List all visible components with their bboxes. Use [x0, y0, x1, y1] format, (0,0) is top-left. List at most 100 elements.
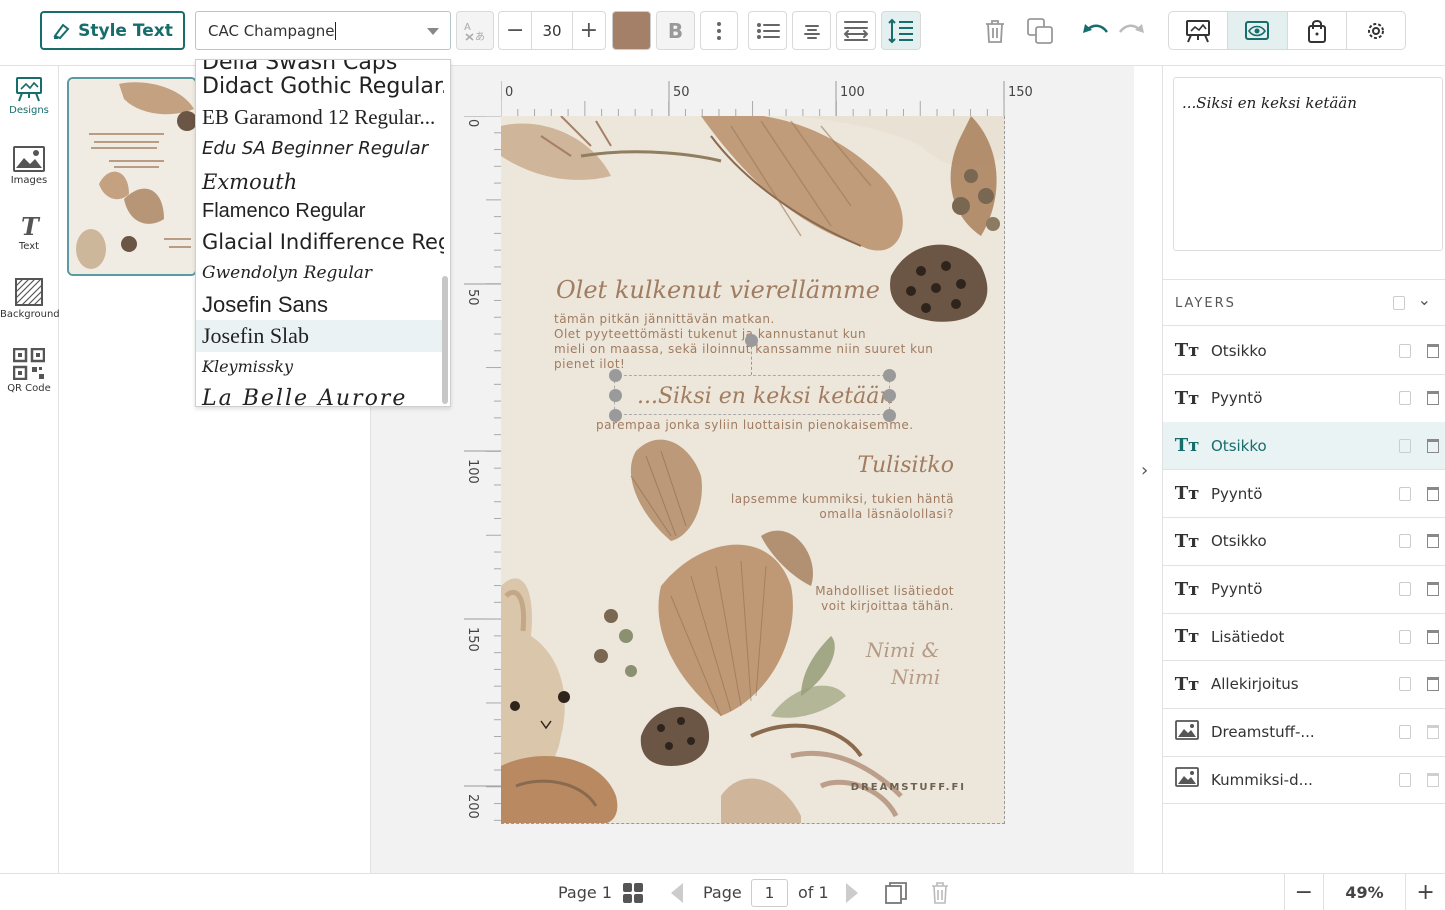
font-size-decrease-button[interactable]: − — [499, 12, 531, 49]
card-heading-1[interactable]: Olet kulkenut vierellämme — [556, 276, 880, 304]
card-body-line[interactable]: tämän pitkän jännittävän matkan. — [554, 312, 775, 326]
trash-icon[interactable] — [1427, 486, 1439, 501]
undo-button[interactable] — [1077, 11, 1113, 50]
delete-page-button[interactable] — [931, 874, 949, 910]
rotate-handle[interactable] — [745, 334, 758, 347]
layer-row[interactable]: Tт Pyyntö — [1163, 566, 1445, 614]
trash-icon[interactable] — [1427, 629, 1439, 644]
trash-icon[interactable] — [1427, 725, 1439, 740]
list-button[interactable] — [748, 11, 787, 50]
text-color-swatch[interactable] — [612, 11, 651, 50]
layer-row[interactable]: Tт Otsikko — [1163, 327, 1445, 375]
lock-icon[interactable] — [1399, 438, 1411, 453]
duplicate-button[interactable] — [1022, 11, 1058, 50]
font-option[interactable]: Josefin Sans — [196, 289, 444, 321]
lock-icon[interactable] — [1399, 534, 1411, 549]
resize-handle[interactable] — [883, 389, 896, 402]
chevron-right-icon[interactable]: › — [1141, 460, 1148, 481]
nav-text[interactable]: T Text — [0, 214, 58, 252]
redo-button[interactable] — [1114, 11, 1150, 50]
designs-view-button[interactable] — [1169, 12, 1229, 49]
settings-button[interactable] — [1347, 12, 1405, 49]
card-signature-line[interactable]: Nimi — [891, 665, 940, 689]
font-option[interactable]: La Belle Aurore — [196, 382, 444, 407]
layer-row[interactable]: Kummiksi-d... — [1163, 756, 1445, 805]
font-option[interactable]: Exmouth — [196, 166, 444, 198]
prev-page-button[interactable] — [670, 874, 684, 910]
preview-view-button[interactable] — [1228, 12, 1288, 49]
font-option[interactable]: Edu SA Beginner Regular — [196, 132, 444, 164]
delete-element-button[interactable] — [978, 11, 1012, 50]
font-size-increase-button[interactable]: + — [573, 12, 605, 49]
align-center-button[interactable] — [792, 11, 831, 50]
layer-row[interactable]: Dreamstuff-... — [1163, 709, 1445, 757]
nav-qr-code[interactable]: QR Code — [0, 348, 58, 394]
font-list-scrollbar[interactable] — [442, 276, 448, 404]
lock-all-icon[interactable] — [1393, 296, 1405, 310]
trash-icon[interactable] — [1427, 677, 1439, 692]
lock-icon[interactable] — [1399, 391, 1411, 406]
font-option[interactable]: Flamenco Regular — [196, 195, 444, 227]
card-info-line[interactable]: voit kirjoittaa tähän. — [821, 599, 954, 613]
resize-handle[interactable] — [883, 369, 896, 382]
text-preview-box[interactable]: ...Siksi en keksi ketään — [1173, 77, 1443, 251]
font-option-highlighted[interactable]: Josefin Slab — [196, 320, 444, 352]
trash-icon[interactable] — [1427, 343, 1439, 358]
grid-view-button[interactable] — [622, 874, 644, 910]
resize-handle[interactable] — [609, 369, 622, 382]
translate-button[interactable]: Aあ — [456, 11, 494, 50]
font-size-input[interactable]: 30 — [531, 12, 573, 49]
trash-icon[interactable] — [1427, 391, 1439, 406]
card-info-line[interactable]: Mahdolliset lisätiedot — [815, 584, 954, 598]
font-option[interactable]: EB Garamond 12 Regular... — [196, 101, 444, 133]
layer-row[interactable]: Tт Otsikko — [1163, 422, 1445, 471]
duplicate-page-button[interactable] — [885, 874, 907, 910]
nav-background[interactable]: Background — [0, 278, 60, 320]
card-brand[interactable]: DREAMSTUFF.FI — [851, 782, 966, 793]
trash-icon[interactable] — [1427, 772, 1439, 787]
nav-designs[interactable]: Designs — [0, 76, 58, 116]
nav-images[interactable]: Images — [0, 146, 58, 186]
layer-row[interactable]: Tт Allekirjoitus — [1163, 661, 1445, 709]
layer-row[interactable]: Tт Pyyntö — [1163, 470, 1445, 519]
bold-button[interactable]: B — [656, 11, 695, 50]
lock-icon[interactable] — [1399, 343, 1411, 358]
card-body-line[interactable]: Olet pyyteettömästi tukenut ja kannustan… — [554, 327, 866, 341]
design-page[interactable]: Olet kulkenut vierellämme tämän pitkän j… — [501, 116, 1005, 824]
font-option[interactable]: Kleymissky — [196, 350, 444, 382]
lock-icon[interactable] — [1399, 772, 1411, 787]
trash-icon[interactable] — [1427, 438, 1439, 453]
card-heading-3[interactable]: Tulisitko — [857, 453, 954, 478]
card-body-line[interactable]: omalla läsnäolollasi? — [819, 507, 954, 521]
trash-icon[interactable] — [1427, 582, 1439, 596]
lock-icon[interactable] — [1399, 629, 1411, 644]
more-options-button[interactable] — [700, 11, 738, 50]
chevron-down-icon[interactable]: ⌄ — [1418, 290, 1433, 309]
layer-row[interactable]: Tт Lisätiedot — [1163, 613, 1445, 662]
zoom-out-button[interactable]: − — [1285, 874, 1323, 910]
lock-icon[interactable] — [1399, 677, 1411, 692]
layer-row[interactable]: Tт Pyyntö — [1163, 375, 1445, 423]
font-option[interactable]: Gwendolyn Regular — [196, 257, 444, 289]
font-option[interactable]: Glacial Indifference Reg — [196, 226, 444, 258]
zoom-in-button[interactable]: + — [1406, 874, 1445, 910]
style-text-button[interactable]: Style Text — [40, 11, 185, 50]
line-height-button[interactable] — [881, 11, 921, 50]
next-page-button[interactable] — [845, 874, 859, 910]
cart-button[interactable] — [1288, 12, 1347, 49]
card-body-line[interactable]: lapsemme kummiksi, tukien häntä — [731, 492, 954, 506]
page-number-input[interactable]: 1 — [751, 879, 788, 907]
font-family-select[interactable]: CAC Champagne — [195, 11, 451, 50]
card-signature-line[interactable]: Nimi & — [866, 638, 939, 662]
card-body-line[interactable]: mieli on maassa, sekä iloinnut kanssamme… — [554, 342, 933, 356]
page-thumbnail[interactable] — [67, 77, 197, 276]
layer-row[interactable]: Tт Otsikko — [1163, 518, 1445, 566]
resize-handle[interactable] — [609, 389, 622, 402]
lock-icon[interactable] — [1399, 725, 1411, 740]
lock-icon[interactable] — [1399, 582, 1411, 596]
lock-icon[interactable] — [1399, 486, 1411, 501]
trash-icon[interactable] — [1427, 534, 1439, 549]
font-option[interactable]: Didact Gothic Regular... — [196, 70, 444, 102]
card-body-line[interactable]: parempaa jonka syliin luottaisin pienoka… — [596, 418, 914, 432]
letter-spacing-button[interactable] — [836, 11, 876, 50]
